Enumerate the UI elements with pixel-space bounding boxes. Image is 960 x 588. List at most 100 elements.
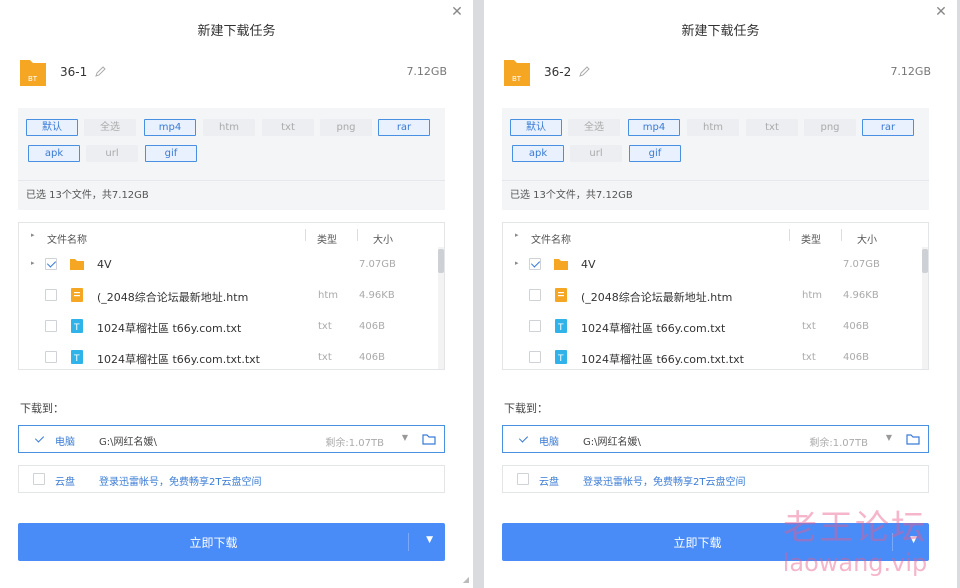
col-header-name[interactable]: 文件名称 bbox=[531, 231, 571, 246]
row-checkbox[interactable] bbox=[529, 320, 541, 332]
filter-chip-gif[interactable]: gif bbox=[145, 145, 197, 162]
button-divider bbox=[408, 533, 409, 551]
expand-icon[interactable]: ▸ bbox=[515, 259, 519, 267]
dest-local-checkbox[interactable] bbox=[33, 433, 45, 445]
file-row[interactable]: ▸ 4V 7.07GB bbox=[19, 250, 438, 278]
file-name: (_2048综合论坛最新地址.htm bbox=[97, 291, 249, 304]
row-checkbox[interactable] bbox=[529, 351, 541, 363]
row-checkbox[interactable] bbox=[45, 351, 57, 363]
task-size: 7.12GB bbox=[406, 65, 447, 78]
bt-file-icon: BT bbox=[20, 60, 46, 86]
col-header-type[interactable]: 类型 bbox=[317, 231, 337, 246]
type-filter-panel: 默认 全选 mp4 htm txt png rar apk url gif 已选… bbox=[18, 108, 445, 210]
row-checkbox[interactable] bbox=[529, 258, 541, 270]
col-header-size[interactable]: 大小 bbox=[373, 231, 393, 246]
close-icon[interactable]: ✕ bbox=[933, 4, 949, 20]
expand-icon[interactable]: ▸ bbox=[31, 259, 35, 267]
file-row[interactable]: T 1024草榴社區 t66y.com.txt.txt txt 406B bbox=[19, 343, 438, 369]
col-header-name[interactable]: 文件名称 bbox=[47, 231, 87, 246]
filter-chip-url[interactable]: url bbox=[86, 145, 138, 162]
filter-chip-png[interactable]: png bbox=[320, 119, 372, 136]
htm-file-icon bbox=[555, 288, 567, 302]
file-row[interactable]: T 1024草榴社區 t66y.com.txt txt 406B bbox=[503, 312, 922, 340]
file-row[interactable]: (_2048综合论坛最新地址.htm htm 4.96KB bbox=[19, 281, 438, 309]
scroll-thumb[interactable] bbox=[922, 249, 928, 273]
scroll-thumb[interactable] bbox=[438, 249, 444, 273]
col-header-type[interactable]: 类型 bbox=[801, 231, 821, 246]
dest-local-path[interactable]: G:\网红名媛\ bbox=[99, 433, 157, 448]
file-row[interactable]: ▸ 4V 7.07GB bbox=[503, 250, 922, 278]
expand-all-icon[interactable]: ▸ bbox=[31, 231, 35, 239]
filter-chip-rar[interactable]: rar bbox=[378, 119, 430, 136]
svg-text:BT: BT bbox=[28, 75, 38, 83]
col-divider bbox=[305, 229, 306, 241]
row-checkbox[interactable] bbox=[45, 320, 57, 332]
bt-file-icon: BT bbox=[504, 60, 530, 86]
filter-chip-rar[interactable]: rar bbox=[862, 119, 914, 136]
dest-cloud[interactable]: 云盘 登录迅雷帐号，免费畅享2T云盘空间 bbox=[502, 465, 929, 493]
file-row[interactable]: (_2048综合论坛最新地址.htm htm 4.96KB bbox=[503, 281, 922, 309]
expand-all-icon[interactable]: ▸ bbox=[515, 231, 519, 239]
file-type: htm bbox=[318, 290, 338, 301]
dest-local[interactable]: 电脑 G:\网红名媛\ 剩余:1.07TB ▼ bbox=[502, 425, 929, 453]
browse-folder-icon[interactable] bbox=[422, 432, 436, 446]
filter-chip-htm[interactable]: htm bbox=[687, 119, 739, 136]
dest-cloud-checkbox[interactable] bbox=[33, 473, 45, 485]
edit-icon[interactable] bbox=[94, 65, 107, 78]
filter-chip-txt[interactable]: txt bbox=[262, 119, 314, 136]
filter-chip-htm[interactable]: htm bbox=[203, 119, 255, 136]
svg-text:T: T bbox=[73, 323, 80, 333]
dest-cloud-name: 云盘 bbox=[539, 477, 559, 488]
filter-chip-select-all[interactable]: 全选 bbox=[568, 119, 620, 136]
task-name: 36-2 bbox=[544, 65, 572, 79]
file-type: txt bbox=[802, 352, 816, 363]
file-row[interactable]: T 1024草榴社區 t66y.com.txt txt 406B bbox=[19, 312, 438, 340]
scrollbar[interactable] bbox=[922, 247, 928, 369]
download-now-button[interactable]: 立即下载 ▼ bbox=[18, 523, 445, 561]
filter-chip-txt[interactable]: txt bbox=[746, 119, 798, 136]
htm-file-icon bbox=[71, 288, 83, 302]
filter-chip-apk[interactable]: apk bbox=[512, 145, 564, 162]
resize-grip-icon[interactable]: ◢ bbox=[463, 575, 469, 584]
file-row[interactable]: T 1024草榴社區 t66y.com.txt.txt txt 406B bbox=[503, 343, 922, 369]
chevron-down-icon[interactable]: ▼ bbox=[402, 433, 408, 442]
task-size: 7.12GB bbox=[890, 65, 931, 78]
file-name: 4V bbox=[97, 258, 112, 271]
download-to-label: 下载到： bbox=[504, 402, 548, 415]
dest-cloud-checkbox[interactable] bbox=[517, 473, 529, 485]
row-checkbox[interactable] bbox=[529, 289, 541, 301]
filter-chip-url[interactable]: url bbox=[570, 145, 622, 162]
dest-local-name: 电脑 bbox=[55, 437, 75, 448]
row-checkbox[interactable] bbox=[45, 289, 57, 301]
dest-local-path[interactable]: G:\网红名媛\ bbox=[583, 433, 641, 448]
file-name: 4V bbox=[581, 258, 596, 271]
filter-chip-gif[interactable]: gif bbox=[629, 145, 681, 162]
filter-chip-default[interactable]: 默认 bbox=[510, 119, 562, 136]
edit-icon[interactable] bbox=[578, 65, 591, 78]
filter-chip-apk[interactable]: apk bbox=[28, 145, 80, 162]
row-checkbox[interactable] bbox=[45, 258, 57, 270]
dest-free-space: 剩余:1.07TB bbox=[325, 438, 384, 449]
dest-cloud[interactable]: 云盘 登录迅雷帐号，免费畅享2T云盘空间 bbox=[18, 465, 445, 493]
cloud-login-link[interactable]: 登录迅雷帐号，免费畅享2T云盘空间 bbox=[583, 473, 745, 488]
file-type: txt bbox=[802, 321, 816, 332]
cloud-login-link[interactable]: 登录迅雷帐号，免费畅享2T云盘空间 bbox=[99, 473, 261, 488]
file-name: 1024草榴社區 t66y.com.txt.txt bbox=[97, 353, 260, 366]
dropdown-caret-icon[interactable]: ▼ bbox=[426, 535, 433, 545]
browse-folder-icon[interactable] bbox=[906, 432, 920, 446]
filter-chip-png[interactable]: png bbox=[804, 119, 856, 136]
col-divider bbox=[357, 229, 358, 241]
scrollbar[interactable] bbox=[438, 247, 444, 369]
filter-chip-mp4[interactable]: mp4 bbox=[144, 119, 196, 136]
close-icon[interactable]: ✕ bbox=[449, 4, 465, 20]
task-header: BT 36-2 7.12GB bbox=[502, 56, 931, 88]
dialog-title: 新建下载任务 bbox=[197, 24, 276, 39]
filter-chip-mp4[interactable]: mp4 bbox=[628, 119, 680, 136]
dest-local[interactable]: 电脑 G:\网红名媛\ 剩余:1.07TB ▼ bbox=[18, 425, 445, 453]
dest-local-checkbox[interactable] bbox=[517, 433, 529, 445]
chevron-down-icon[interactable]: ▼ bbox=[886, 433, 892, 442]
filter-chip-default[interactable]: 默认 bbox=[26, 119, 78, 136]
filter-chip-select-all[interactable]: 全选 bbox=[84, 119, 136, 136]
file-list: ▸ 文件名称 类型 大小 ▸ 4V 7.07GB (_2048综合论坛最新地址.… bbox=[502, 222, 929, 370]
col-header-size[interactable]: 大小 bbox=[857, 231, 877, 246]
